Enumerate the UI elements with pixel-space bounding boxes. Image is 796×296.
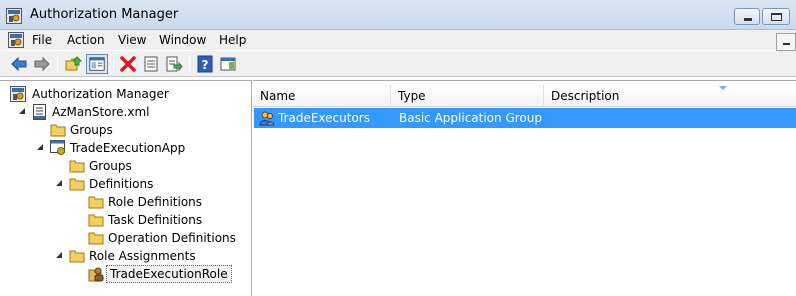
sort-indicator-icon xyxy=(719,86,727,90)
document-icon[interactable] xyxy=(8,32,24,48)
show-hide-action-pane-icon[interactable] xyxy=(219,55,237,73)
menu-window[interactable]: Window xyxy=(159,33,206,47)
list-header: Name Type Description xyxy=(253,85,796,107)
tree-item-label: AzManStore.xml xyxy=(52,105,150,119)
tree-item-label: Definitions xyxy=(89,177,154,191)
authorization-manager-icon xyxy=(10,86,26,102)
toolbar: ? xyxy=(0,51,796,77)
window-title: Authorization Manager xyxy=(30,7,179,22)
folder-icon xyxy=(88,232,104,245)
forward-arrow-icon[interactable] xyxy=(33,55,51,73)
application-icon xyxy=(50,140,65,155)
tree-item-label: Groups xyxy=(89,159,132,173)
tree-item-label: Authorization Manager xyxy=(32,87,169,101)
toolbar-separator xyxy=(113,55,114,73)
collapse-triangle-icon[interactable] xyxy=(18,107,26,115)
export-list-icon[interactable] xyxy=(165,55,183,73)
menu-file[interactable]: File xyxy=(32,33,52,47)
table-row[interactable]: TradeExecutors Basic Application Group xyxy=(254,108,796,128)
minimize-icon xyxy=(783,43,790,45)
column-header-name[interactable]: Name xyxy=(253,85,391,107)
collapse-triangle-icon[interactable] xyxy=(36,143,44,151)
tree-item-label: TradeExecutionApp xyxy=(70,141,186,155)
folder-icon xyxy=(69,160,85,173)
maximize-button[interactable] xyxy=(762,8,790,25)
results-list: Name Type Description TradeExecutors Bas… xyxy=(253,80,796,296)
row-name: TradeExecutors xyxy=(278,111,370,125)
folder-icon xyxy=(88,214,104,227)
tree-item-label: Task Definitions xyxy=(108,213,203,227)
folder-icon xyxy=(69,178,85,191)
toolbar-separator xyxy=(189,55,190,73)
tree-item-label: Role Assignments xyxy=(89,249,196,263)
delete-icon[interactable] xyxy=(119,55,137,73)
toolbar-separator xyxy=(57,55,58,73)
menu-action[interactable]: Action xyxy=(67,33,105,47)
mdi-minimize-button[interactable] xyxy=(776,33,796,51)
minimize-button[interactable] xyxy=(734,8,760,25)
authorization-manager-icon xyxy=(6,8,22,24)
back-arrow-icon[interactable] xyxy=(10,55,28,73)
console-tree: Authorization Manager AzManStore.xml Gro… xyxy=(0,80,252,296)
xml-store-icon xyxy=(33,104,46,120)
tree-item-label: Groups xyxy=(70,123,113,137)
up-folder-icon[interactable] xyxy=(65,55,83,73)
svg-text:?: ? xyxy=(202,58,209,72)
folder-icon xyxy=(88,196,104,209)
show-hide-console-tree-icon[interactable] xyxy=(86,54,108,74)
row-type: Basic Application Group xyxy=(399,111,542,125)
collapse-triangle-icon[interactable] xyxy=(55,251,63,259)
menu-help[interactable]: Help xyxy=(219,33,246,47)
folder-icon xyxy=(50,124,66,137)
menu-bar: File Action View Window Help xyxy=(0,30,796,50)
folder-icon xyxy=(69,250,85,263)
maximize-icon xyxy=(771,13,782,21)
help-icon[interactable]: ? xyxy=(196,55,214,73)
minimize-icon xyxy=(744,18,752,21)
properties-icon[interactable] xyxy=(142,55,160,73)
column-header-type[interactable]: Type xyxy=(391,85,544,107)
tree-item-label: Operation Definitions xyxy=(108,231,236,245)
application-group-icon xyxy=(259,111,275,126)
role-assignment-icon xyxy=(88,267,104,282)
menu-view[interactable]: View xyxy=(118,33,146,47)
tree-item-label: TradeExecutionRole xyxy=(106,265,232,283)
tree-item-label: Role Definitions xyxy=(108,195,203,209)
collapse-triangle-icon[interactable] xyxy=(55,179,63,187)
column-header-description[interactable]: Description xyxy=(544,85,796,107)
title-bar: Authorization Manager xyxy=(0,0,796,30)
